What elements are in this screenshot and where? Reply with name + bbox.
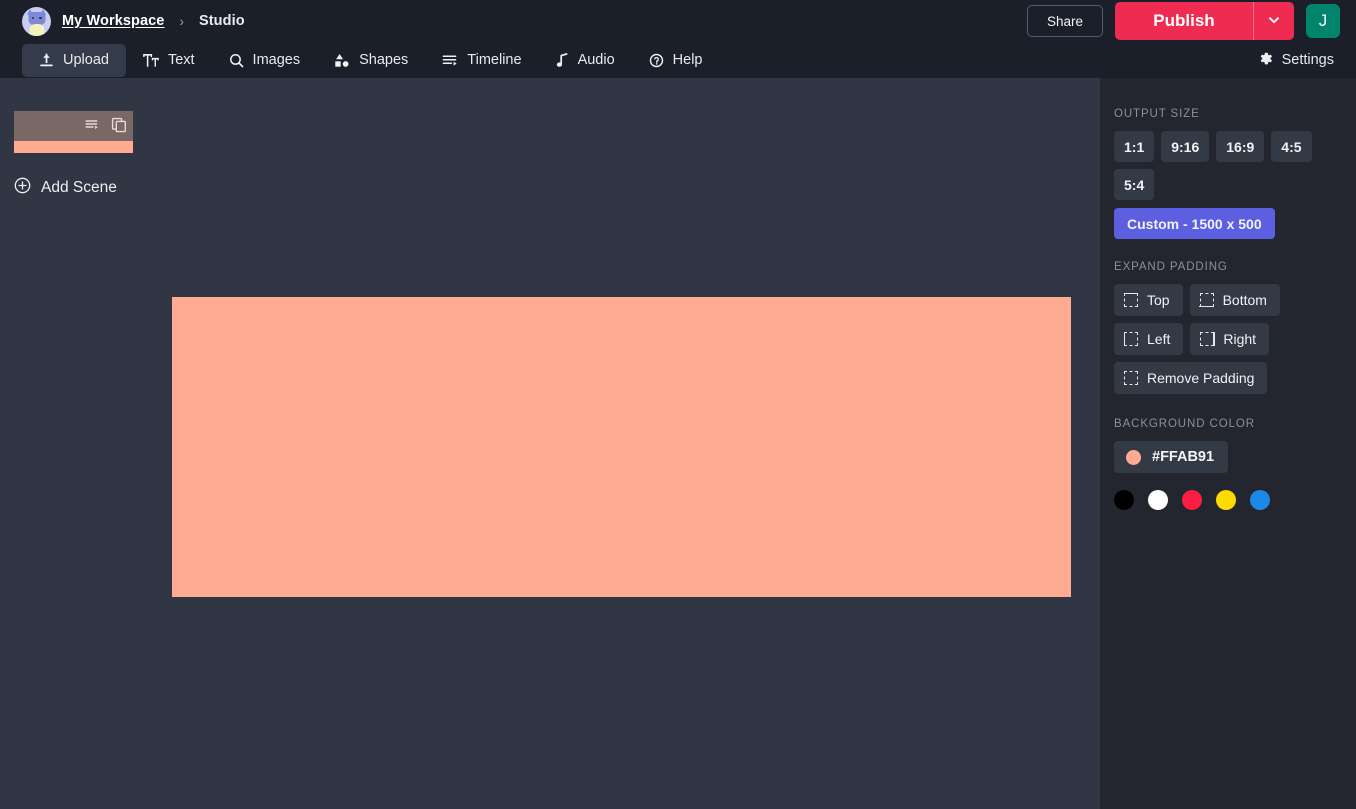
output-size-section-title: Output Size	[1114, 108, 1342, 120]
background-color-section-title: Background Color	[1114, 418, 1342, 430]
tool-help[interactable]: Help	[632, 44, 720, 77]
color-swatch-red[interactable]	[1182, 490, 1202, 510]
tool-help-label: Help	[673, 52, 703, 68]
add-scene-button[interactable]: Add Scene	[14, 177, 117, 199]
toolbar-tool-list: Upload Text	[0, 44, 719, 77]
editor-work-area: Add Scene	[0, 78, 1100, 809]
settings-label: Settings	[1282, 52, 1334, 68]
tool-timeline[interactable]: Timeline	[425, 44, 538, 77]
header-actions: Share Publish J	[1027, 0, 1340, 42]
color-swatch-black[interactable]	[1114, 490, 1134, 510]
scene-thumbnail-actions	[85, 117, 127, 138]
search-icon	[229, 53, 244, 68]
breadcrumb-separator: ›	[179, 14, 184, 29]
ratio-button-5-4[interactable]: 5:4	[1114, 169, 1154, 200]
publish-button[interactable]: Publish	[1115, 2, 1253, 40]
tool-upload-label: Upload	[63, 52, 109, 68]
timeline-icon	[442, 53, 458, 68]
editor-canvas[interactable]	[172, 297, 1071, 597]
color-preview-dot	[1126, 450, 1141, 465]
padding-top-label: Top	[1147, 292, 1170, 308]
top-header-bar: My Workspace › Studio Share Publish J	[0, 0, 1356, 42]
output-size-ratio-group: 1:1 9:16 16:9 4:5 5:4	[1114, 131, 1342, 200]
publish-dropdown-button[interactable]	[1253, 2, 1294, 40]
add-scene-label: Add Scene	[41, 179, 117, 197]
color-swatch-white[interactable]	[1148, 490, 1168, 510]
workspace-avatar	[22, 7, 51, 36]
share-button[interactable]: Share	[1027, 5, 1103, 37]
breadcrumb-workspace-link[interactable]: My Workspace	[62, 13, 164, 29]
main-toolbar: Upload Text	[0, 42, 1356, 78]
background-color-current[interactable]: #FFAB91	[1114, 441, 1228, 473]
help-circle-icon	[649, 53, 664, 68]
padding-left-label: Left	[1147, 331, 1170, 347]
ratio-button-1-1[interactable]: 1:1	[1114, 131, 1154, 162]
background-color-hex: #FFAB91	[1152, 449, 1214, 465]
ratio-button-custom[interactable]: Custom - 1500 x 500	[1114, 208, 1275, 239]
padding-top-icon	[1124, 293, 1138, 307]
remove-padding-button[interactable]: Remove Padding	[1114, 362, 1267, 394]
tool-shapes-label: Shapes	[359, 52, 408, 68]
breadcrumb-current-page: Studio	[199, 13, 245, 29]
user-account-avatar[interactable]: J	[1306, 4, 1340, 38]
padding-left-icon	[1124, 332, 1138, 346]
avatar-cat-body	[29, 24, 44, 36]
padding-remove-icon	[1124, 371, 1138, 385]
tool-timeline-label: Timeline	[467, 52, 521, 68]
padding-right-button[interactable]: Right	[1190, 323, 1269, 355]
padding-top-button[interactable]: Top	[1114, 284, 1183, 316]
padding-left-button[interactable]: Left	[1114, 323, 1183, 355]
breadcrumb: My Workspace › Studio	[0, 0, 245, 42]
padding-row-remove: Remove Padding	[1114, 362, 1342, 394]
color-swatch-blue[interactable]	[1250, 490, 1270, 510]
shapes-icon	[334, 53, 350, 68]
padding-row-vertical: Top Bottom	[1114, 284, 1342, 316]
expand-padding-section-title: Expand Padding	[1114, 261, 1342, 273]
scene-thumbnail-color-bar	[14, 141, 133, 153]
chevron-down-icon	[1267, 13, 1281, 30]
ratio-button-9-16[interactable]: 9:16	[1161, 131, 1209, 162]
padding-bottom-label: Bottom	[1223, 292, 1267, 308]
properties-panel: Output Size 1:1 9:16 16:9 4:5 5:4 Custom…	[1100, 78, 1356, 809]
remove-padding-label: Remove Padding	[1147, 370, 1254, 386]
expand-padding-section: Expand Padding Top Bottom Left	[1114, 261, 1342, 394]
upload-icon	[39, 53, 54, 68]
gear-icon	[1258, 51, 1273, 70]
tool-shapes[interactable]: Shapes	[317, 44, 425, 77]
ratio-button-16-9[interactable]: 16:9	[1216, 131, 1264, 162]
background-color-section: Background Color #FFAB91	[1114, 418, 1342, 510]
audio-note-icon	[556, 53, 569, 68]
padding-right-label: Right	[1223, 331, 1256, 347]
color-swatch-list	[1114, 490, 1342, 510]
tool-audio-label: Audio	[578, 52, 615, 68]
tool-audio[interactable]: Audio	[539, 44, 632, 77]
color-swatch-yellow[interactable]	[1216, 490, 1236, 510]
tool-text-label: Text	[168, 52, 195, 68]
tool-text[interactable]: Text	[126, 44, 212, 77]
ratio-button-4-5[interactable]: 4:5	[1271, 131, 1311, 162]
avatar-eye-right	[39, 17, 42, 20]
padding-bottom-button[interactable]: Bottom	[1190, 284, 1280, 316]
padding-bottom-icon	[1200, 293, 1214, 307]
publish-button-group: Publish	[1115, 2, 1294, 40]
avatar-eye-left	[32, 17, 35, 20]
padding-right-icon	[1200, 332, 1214, 346]
plus-circle-icon	[14, 177, 31, 199]
copy-icon[interactable]	[111, 117, 127, 138]
settings-button[interactable]: Settings	[1252, 45, 1340, 76]
padding-row-horizontal: Left Right	[1114, 323, 1342, 355]
scene-thumbnail[interactable]	[14, 111, 133, 153]
tool-upload[interactable]: Upload	[22, 44, 126, 77]
tool-images[interactable]: Images	[212, 44, 318, 77]
timeline-icon[interactable]	[85, 118, 101, 137]
tool-images-label: Images	[253, 52, 301, 68]
studio-editor-app: My Workspace › Studio Share Publish J	[0, 0, 1356, 809]
text-icon	[143, 53, 159, 68]
scene-list: Add Scene	[14, 111, 314, 199]
